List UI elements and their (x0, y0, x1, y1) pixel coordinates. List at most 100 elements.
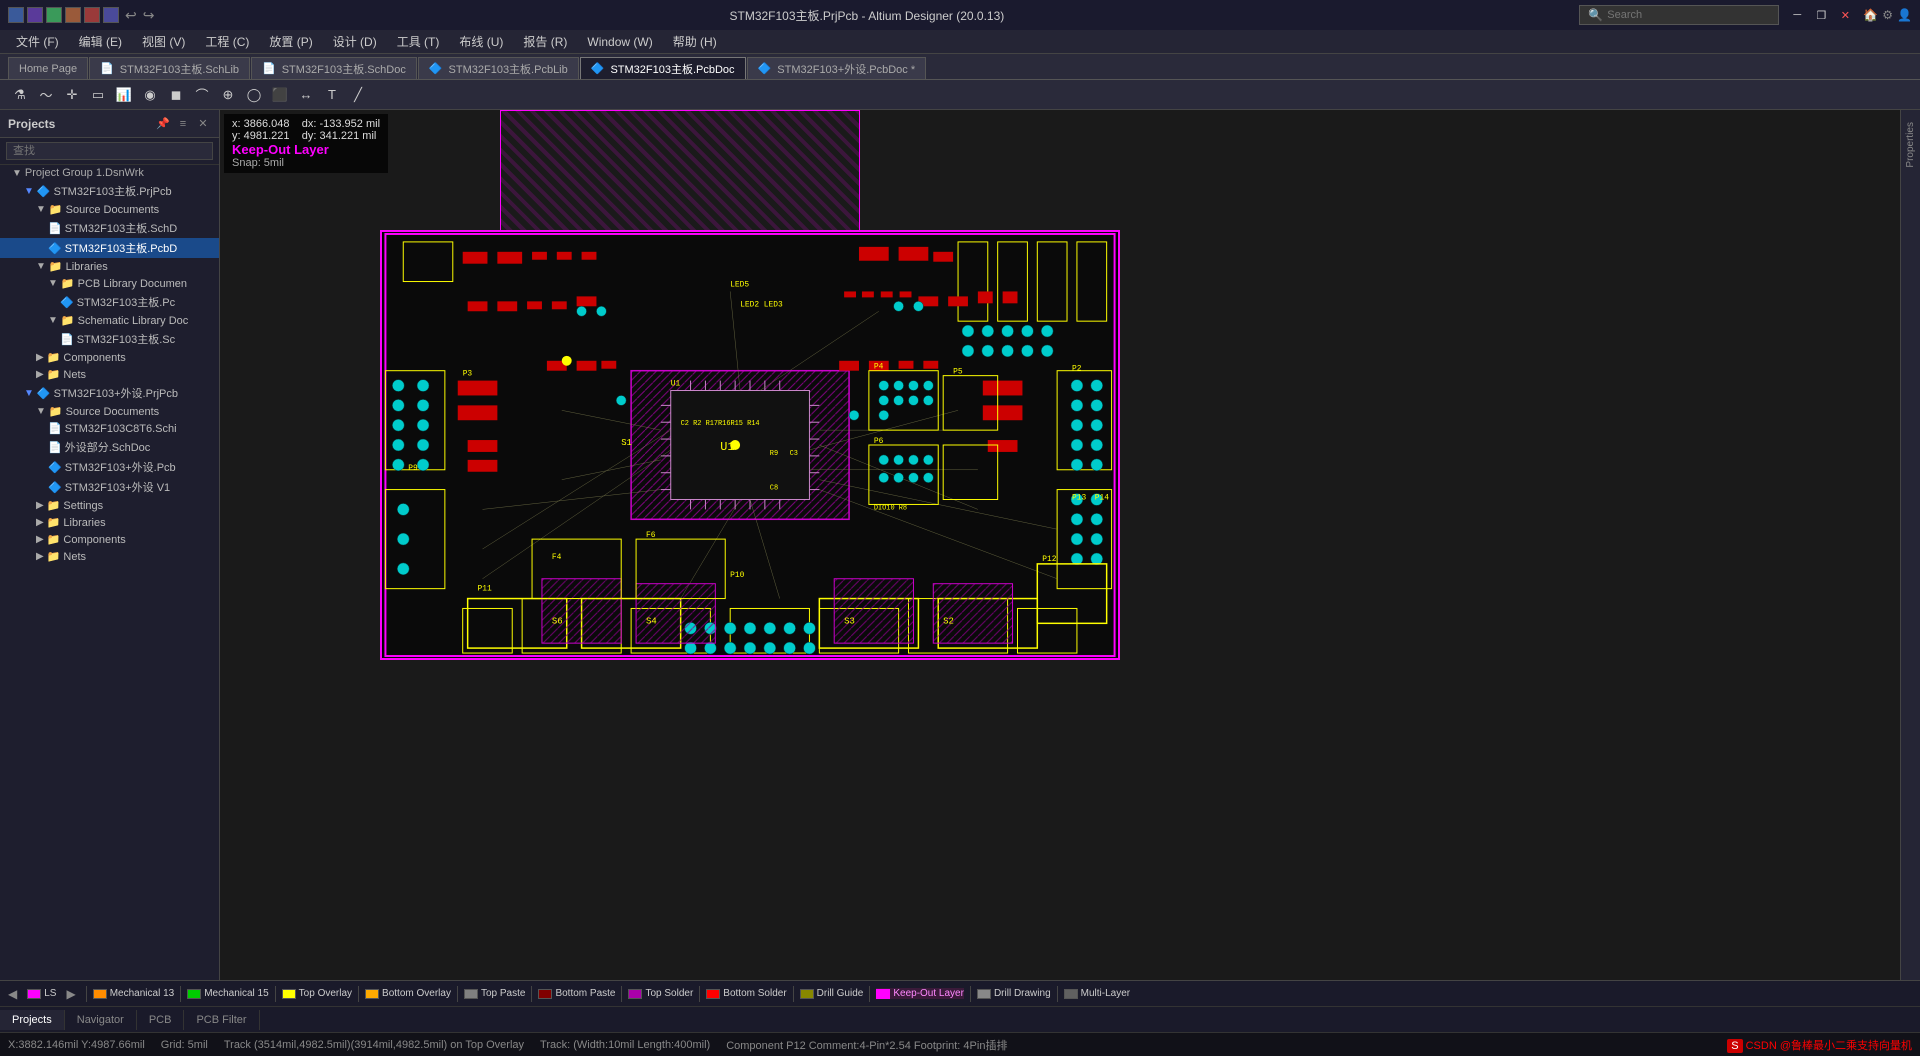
redo-icon[interactable]: ↪ (143, 7, 155, 24)
layer-mech15[interactable]: Mechanical 15 (187, 988, 268, 999)
layer-multi[interactable]: Multi-Layer (1064, 988, 1130, 999)
tree-pcbdoc[interactable]: 🔷 STM32F103主板.PcbD (0, 238, 219, 258)
svg-text:P12: P12 (1042, 555, 1056, 564)
sidebar-menu-button[interactable]: ≡ (175, 116, 191, 132)
layer-separator-7 (621, 986, 622, 1002)
global-search-box[interactable]: 🔍 (1579, 5, 1779, 25)
tree-stm32c8t6[interactable]: 📄 STM32F103C8T6.Schi (0, 420, 219, 437)
layer-top-overlay[interactable]: Top Overlay (282, 988, 352, 999)
sidebar-search-input[interactable] (6, 142, 213, 160)
menu-place[interactable]: 放置 (P) (261, 31, 320, 52)
target-tool-button[interactable]: ◉ (138, 83, 162, 107)
tab-home[interactable]: Home Page (8, 57, 88, 79)
restore-button[interactable]: ❐ (1811, 5, 1831, 25)
menu-window[interactable]: Window (W) (579, 33, 660, 51)
tab-schdoc[interactable]: 📄STM32F103主板.SchDoc (251, 57, 417, 79)
user-icon[interactable]: 👤 (1897, 8, 1912, 22)
tree-group-root[interactable]: ▼ Project Group 1.DsnWrk (0, 165, 219, 181)
tree-libraries-2-label: Libraries (63, 517, 105, 529)
menu-help[interactable]: 帮助 (H) (665, 31, 725, 52)
line-tool-button[interactable]: ╱ (346, 83, 370, 107)
home-icon[interactable]: 🏠 (1863, 8, 1878, 22)
tab-schlib[interactable]: 📄STM32F103主板.SchLib (89, 57, 250, 79)
layer-separator-5 (457, 986, 458, 1002)
arc-tool-button[interactable]: ⌒ (190, 83, 214, 107)
settings-icon[interactable]: ⚙ (1882, 8, 1893, 22)
tree-components-2[interactable]: ▶ 📁 Components (0, 531, 219, 548)
menu-view[interactable]: 视图 (V) (134, 31, 193, 52)
tab-projects[interactable]: Projects (0, 1010, 65, 1030)
menu-file[interactable]: 文件 (F) (8, 31, 67, 52)
menu-edit[interactable]: 编辑 (E) (71, 31, 130, 52)
tree-ext-schdoc[interactable]: 📄 外设部分.SchDoc (0, 437, 219, 457)
tree-nets-2[interactable]: ▶ 📁 Nets (0, 548, 219, 565)
tree-libraries-2[interactable]: ▶ 📁 Libraries (0, 514, 219, 531)
layer-bottom-solder[interactable]: Bottom Solder (706, 988, 786, 999)
tree-ext-pcb[interactable]: 🔷 STM32F103+外设.Pcb (0, 457, 219, 477)
menu-route[interactable]: 布线 (U) (451, 31, 511, 52)
close-button[interactable]: ✕ (1835, 5, 1855, 25)
menu-project[interactable]: 工程 (C) (197, 31, 257, 52)
tree-schlib-group[interactable]: ▼ 📁 Schematic Library Doc (0, 312, 219, 329)
tree-ext-v1[interactable]: 🔷 STM32F103+外设 V1 (0, 477, 219, 497)
layer-separator-10 (869, 986, 870, 1002)
tree-stm32c8t6-label: STM32F103C8T6.Schi (65, 423, 177, 435)
tree-pcblib-file[interactable]: 🔷 STM32F103主板.Pc (0, 292, 219, 312)
tree-pcblib-group[interactable]: ▼ 📁 PCB Library Documen (0, 275, 219, 292)
chart-tool-button[interactable]: 📊 (112, 83, 136, 107)
properties-panel-label[interactable]: Properties (1903, 114, 1918, 176)
rect-tool-button[interactable]: ▭ (86, 83, 110, 107)
menu-design[interactable]: 设计 (D) (325, 31, 385, 52)
layer-ls[interactable]: LS (27, 988, 56, 999)
tree-source-docs-2[interactable]: ▼ 📁 Source Documents (0, 403, 219, 420)
layer-drill-drawing[interactable]: Drill Drawing (977, 988, 1051, 999)
sidebar-pin-button[interactable]: 📌 (155, 116, 171, 132)
filter-tool-button[interactable]: ⚗ (8, 83, 32, 107)
layer-top-solder[interactable]: Top Solder (628, 988, 693, 999)
layer-scroll-right[interactable]: ▶ (62, 987, 79, 1001)
layer-bottom-overlay[interactable]: Bottom Overlay (365, 988, 451, 999)
tab-pcblib[interactable]: 🔷STM32F103主板.PcbLib (418, 57, 579, 79)
fill-tool-button[interactable]: ⬛ (268, 83, 292, 107)
tree-group-label: Project Group 1.DsnWrk (25, 167, 144, 179)
layer-scroll-left[interactable]: ◀ (4, 987, 21, 1001)
minimize-button[interactable]: ─ (1787, 5, 1807, 25)
tree-settings-2[interactable]: ▶ 📁 Settings (0, 497, 219, 514)
tree-libraries-1[interactable]: ▼ 📁 Libraries (0, 258, 219, 275)
menu-report[interactable]: 报告 (R) (515, 31, 575, 52)
tree-project1[interactable]: ▼ 🔷 STM32F103主板.PrjPcb (0, 181, 219, 201)
pcb-board[interactable]: U1 (380, 230, 1120, 660)
tree-schdoc[interactable]: 📄 STM32F103主板.SchD (0, 218, 219, 238)
tab-pcb-filter[interactable]: PCB Filter (184, 1010, 259, 1030)
global-search-input[interactable] (1607, 9, 1747, 21)
layer-keepout[interactable]: Keep-Out Layer (876, 988, 964, 999)
undo-icon[interactable]: ↩ (125, 7, 137, 24)
add-tool-button[interactable]: ✛ (60, 83, 84, 107)
tab-navigator[interactable]: Navigator (65, 1010, 137, 1030)
tree-schlib-group-icon: 📁 (61, 314, 75, 327)
menu-tools[interactable]: 工具 (T) (389, 31, 448, 52)
tab-pcbdoc[interactable]: 🔷STM32F103主板.PcbDoc (580, 57, 746, 79)
tab-pcbdoc2[interactable]: 🔷STM32F103+外设.PcbDoc * (747, 57, 927, 79)
pad-tool-button[interactable]: ◯ (242, 83, 266, 107)
tree-nets-1[interactable]: ▶ 📁 Nets (0, 366, 219, 383)
via-tool-button[interactable]: ⊕ (216, 83, 240, 107)
tree-components-1[interactable]: ▶ 📁 Components (0, 349, 219, 366)
pcb-canvas-area[interactable]: x: 3866.048 dx: -133.952 mil y: 4981.221… (220, 110, 1920, 980)
layer-drill-guide[interactable]: Drill Guide (800, 988, 864, 999)
tree-project2[interactable]: ▼ 🔷 STM32F103+外设.PrjPcb (0, 383, 219, 403)
sidebar-close-button[interactable]: ✕ (195, 116, 211, 132)
component-tool-button[interactable]: ◼ (164, 83, 188, 107)
dim-tool-button[interactable]: ↔ (294, 83, 318, 107)
layer-mech13[interactable]: Mechanical 13 (93, 988, 174, 999)
tab-pcblib-label: STM32F103主板.PcbLib (449, 61, 568, 77)
route-tool-button[interactable]: 〜 (34, 83, 58, 107)
tree-schlib-file[interactable]: 📄 STM32F103主板.Sc (0, 329, 219, 349)
layer-bottom-paste[interactable]: Bottom Paste (538, 988, 615, 999)
layer-top-paste[interactable]: Top Paste (464, 988, 525, 999)
text-tool-button[interactable]: T (320, 83, 344, 107)
tab-pcb[interactable]: PCB (137, 1010, 185, 1030)
status-grid-label: Grid: 5mil (161, 1039, 208, 1051)
tree-source-docs-1[interactable]: ▼ 📁 Source Documents (0, 201, 219, 218)
status-track: Track (3514mil,4982.5mil)(3914mil,4982.5… (224, 1039, 524, 1051)
